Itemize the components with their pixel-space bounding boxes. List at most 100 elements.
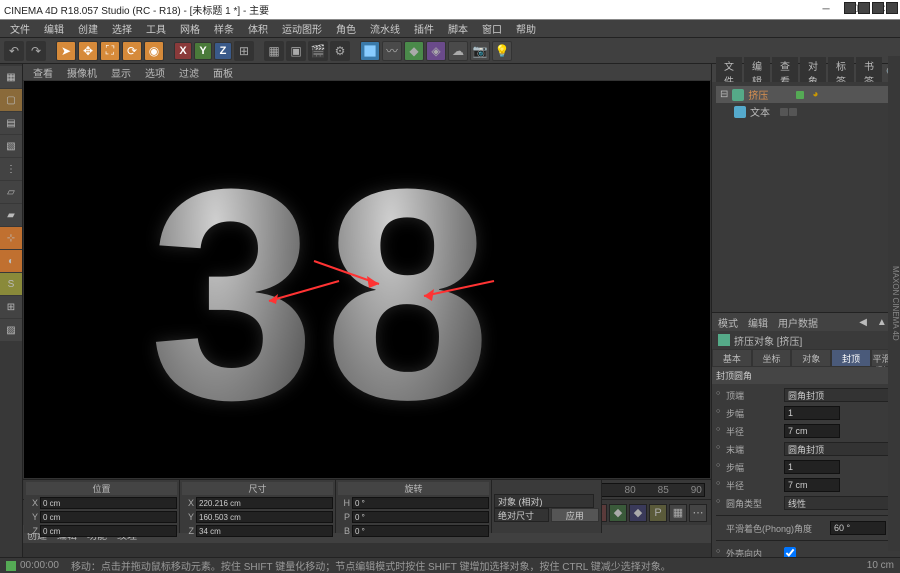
tree-extrude[interactable]: ⊟ 挤压 ◕	[716, 86, 900, 103]
nav-up-icon[interactable]: ▲	[877, 317, 887, 328]
expand-icon[interactable]: ⊟	[720, 89, 728, 100]
vp-view[interactable]: 查看	[27, 65, 59, 80]
key-opts[interactable]: ⋯	[689, 504, 707, 522]
snap-enable[interactable]: S	[0, 273, 22, 295]
end-cap-combo[interactable]: 圆角封顶	[784, 442, 900, 456]
environment-tool[interactable]: ☁	[448, 41, 468, 61]
rot-p[interactable]	[352, 511, 489, 523]
move-tool[interactable]: ✥	[78, 41, 98, 61]
viewport[interactable]: 3 8	[24, 81, 710, 478]
coord-mode-combo[interactable]: 对象 (相对)	[494, 494, 594, 508]
menu-pipeline[interactable]: 流水线	[364, 20, 406, 37]
pos-z[interactable]	[40, 525, 177, 537]
axis-mode[interactable]: ⊹	[0, 227, 22, 249]
end-steps[interactable]	[784, 460, 840, 474]
menu-volume[interactable]: 体积	[242, 20, 274, 37]
deformer-tool[interactable]: ◈	[426, 41, 446, 61]
tree-text[interactable]: 文本	[716, 103, 900, 120]
pos-y[interactable]	[40, 511, 177, 523]
menu-create[interactable]: 创建	[72, 20, 104, 37]
atab-basic[interactable]: 基本	[712, 349, 752, 367]
key-param[interactable]: P	[649, 504, 667, 522]
phong-tag-icon[interactable]: ◕	[812, 89, 818, 100]
edge-mode[interactable]: ▱	[0, 181, 22, 203]
key-rot[interactable]: ◆	[629, 504, 647, 522]
render-settings[interactable]: ⚙	[330, 41, 350, 61]
render-pv[interactable]: 🎬	[308, 41, 328, 61]
render-view[interactable]: ▦	[264, 41, 284, 61]
viewport-solo[interactable]: ◐	[0, 250, 22, 272]
z-axis-lock[interactable]: Z	[214, 42, 232, 60]
atab-caps[interactable]: 封顶	[831, 349, 871, 367]
size-x[interactable]	[196, 497, 333, 509]
deformers-toggle[interactable]: ▨	[0, 319, 22, 341]
key-pla[interactable]: ▦	[669, 504, 687, 522]
rot-b[interactable]	[352, 525, 489, 537]
menu-tools[interactable]: 工具	[140, 20, 172, 37]
start-radius[interactable]	[784, 424, 840, 438]
phong-angle[interactable]	[830, 521, 886, 535]
redo-button[interactable]: ↷	[26, 41, 46, 61]
vp-nav-icon[interactable]	[872, 2, 884, 14]
size-z[interactable]	[196, 525, 333, 537]
nav-back-icon[interactable]: ◀	[859, 317, 867, 328]
select-tool[interactable]: ➤	[56, 41, 76, 61]
render-region[interactable]: ▣	[286, 41, 306, 61]
point-mode[interactable]: ⋮	[0, 158, 22, 180]
workplane-mode[interactable]: ▧	[0, 135, 22, 157]
undo-button[interactable]: ↶	[4, 41, 24, 61]
polygon-mode[interactable]: ▰	[0, 204, 22, 226]
vp-nav-icon[interactable]	[844, 2, 856, 14]
scale-tool[interactable]: ⛶	[100, 41, 120, 61]
vp-camera[interactable]: 摄像机	[61, 65, 103, 80]
light-tool[interactable]: 💡	[492, 41, 512, 61]
menu-script[interactable]: 脚本	[442, 20, 474, 37]
menu-mograph[interactable]: 运动图形	[276, 20, 328, 37]
atab-object[interactable]: 对象	[791, 349, 831, 367]
menu-help[interactable]: 帮助	[510, 20, 542, 37]
hull-inward[interactable]	[784, 547, 796, 557]
rotate-tool[interactable]: ⟳	[122, 41, 142, 61]
camera-tool[interactable]: 📷	[470, 41, 490, 61]
cube-primitive[interactable]	[360, 41, 380, 61]
vp-filter[interactable]: 过滤	[173, 65, 205, 80]
vp-nav-icon[interactable]	[886, 2, 898, 14]
object-tree[interactable]: ⊟ 挤压 ◕ 文本	[712, 82, 900, 312]
texture-mode[interactable]: ▤	[0, 112, 22, 134]
spline-tool[interactable]: 〰	[382, 41, 402, 61]
menu-character[interactable]: 角色	[330, 20, 362, 37]
panel-tabs-vertical[interactable]: MAXON CINEMA 4D	[888, 56, 900, 551]
atab-coord[interactable]: 坐标	[752, 349, 792, 367]
y-axis-lock[interactable]: Y	[194, 42, 212, 60]
menu-file[interactable]: 文件	[4, 20, 36, 37]
fillet-type[interactable]: 线性	[784, 496, 900, 510]
x-axis-lock[interactable]: X	[174, 42, 192, 60]
menu-window[interactable]: 窗口	[476, 20, 508, 37]
vp-options[interactable]: 选项	[139, 65, 171, 80]
menu-select[interactable]: 选择	[106, 20, 138, 37]
menu-mesh[interactable]: 网格	[174, 20, 206, 37]
vp-panel[interactable]: 面板	[207, 65, 239, 80]
make-editable[interactable]: ▦	[0, 66, 22, 88]
menu-plugins[interactable]: 插件	[408, 20, 440, 37]
key-scale[interactable]: ◆	[609, 504, 627, 522]
start-steps[interactable]	[784, 406, 840, 420]
recent-tool[interactable]: ◉	[144, 41, 164, 61]
menu-spline[interactable]: 样条	[208, 20, 240, 37]
attr-userdata[interactable]: 用户数据	[778, 315, 818, 330]
menu-edit[interactable]: 编辑	[38, 20, 70, 37]
material-panel[interactable]	[23, 543, 711, 557]
workplane[interactable]: ⊞	[0, 296, 22, 318]
minimize-button[interactable]: ─	[812, 2, 840, 18]
pos-x[interactable]	[40, 497, 177, 509]
size-mode-combo[interactable]: 绝对尺寸	[494, 508, 549, 522]
start-cap-combo[interactable]: 圆角封顶	[784, 388, 900, 402]
rot-h[interactable]	[352, 497, 489, 509]
vp-nav-icon[interactable]	[858, 2, 870, 14]
end-radius[interactable]	[784, 478, 840, 492]
vp-display[interactable]: 显示	[105, 65, 137, 80]
generator-tool[interactable]: ◆	[404, 41, 424, 61]
coord-system[interactable]: ⊞	[234, 41, 254, 61]
apply-button[interactable]: 应用	[551, 508, 600, 522]
attr-mode[interactable]: 模式	[718, 315, 738, 330]
